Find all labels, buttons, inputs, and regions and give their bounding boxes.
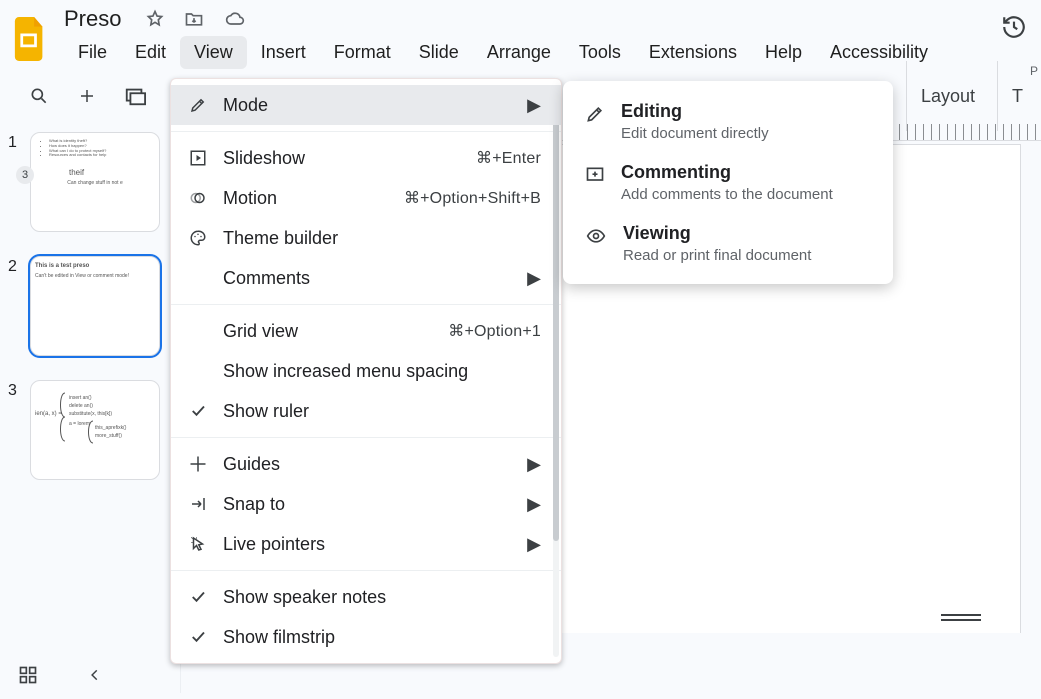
chevron-right-icon: ▶ [527, 494, 541, 515]
mode-option-desc: Add comments to the document [621, 186, 833, 203]
mode-option-commenting[interactable]: Commenting Add comments to the document [563, 152, 893, 213]
menu-item-filmstrip[interactable]: Show filmstrip [171, 617, 561, 657]
comment-count-badge[interactable]: 3 [16, 166, 34, 184]
menu-shortcut: ⌘+Enter [476, 148, 541, 168]
new-slide-icon[interactable] [74, 83, 100, 109]
grid-view-icon[interactable] [18, 665, 38, 685]
speaker-notes-resize-handle[interactable] [941, 614, 981, 621]
star-icon[interactable] [145, 9, 165, 29]
menu-item-show-ruler[interactable]: Show ruler [171, 391, 561, 431]
new-slide-with-layout-icon[interactable] [122, 83, 148, 109]
menu-item-label: Mode [223, 95, 268, 116]
theme-button[interactable]: T [997, 61, 1037, 131]
menu-view[interactable]: View [180, 36, 247, 69]
menu-item-label: Slideshow [223, 148, 305, 169]
slide-number: 3 [8, 380, 22, 480]
mode-submenu: Editing Edit document directly Commentin… [563, 81, 893, 284]
svg-text:ien(a, x) =: ien(a, x) = [35, 411, 62, 417]
slide-thumbnail-1[interactable]: 1 3 What is identity theft?How does it h… [8, 132, 176, 232]
menu-item-live-pointers[interactable]: Live pointers ▶ [171, 524, 561, 564]
svg-text:delete an(): delete an() [69, 403, 93, 409]
svg-text:substitute(x, this[k]): substitute(x, this[k]) [69, 411, 112, 417]
play-box-icon [187, 149, 209, 167]
menu-item-label: Show increased menu spacing [223, 361, 468, 382]
version-history-icon[interactable] [1001, 14, 1027, 40]
pencil-icon [187, 96, 209, 114]
menu-item-label: Guides [223, 454, 280, 475]
slide-thumbnail-3[interactable]: 3 ien(a, x) = insert an() delete an() subst… [8, 380, 176, 480]
menu-extensions[interactable]: Extensions [635, 36, 751, 69]
view-dropdown-menu: Mode ▶ Slideshow ⌘+Enter Motion ⌘+Option… [170, 78, 562, 664]
mode-option-viewing[interactable]: Viewing Read or print final document [563, 213, 893, 274]
chevron-right-icon: ▶ [527, 268, 541, 289]
menu-item-grid-view[interactable]: Grid view ⌘+Option+1 [171, 311, 561, 351]
pencil-icon [585, 101, 605, 124]
comment-add-icon [585, 162, 605, 185]
chevron-right-icon: ▶ [527, 454, 541, 475]
move-to-folder-icon[interactable] [183, 9, 205, 29]
menu-format[interactable]: Format [320, 36, 405, 69]
menu-tools[interactable]: Tools [565, 36, 635, 69]
search-menus-icon[interactable] [26, 83, 52, 109]
menu-file[interactable]: File [64, 36, 121, 69]
menu-item-speaker-notes[interactable]: Show speaker notes [171, 577, 561, 617]
chevron-right-icon: ▶ [527, 534, 541, 555]
guides-icon [187, 455, 209, 473]
menu-slide[interactable]: Slide [405, 36, 473, 69]
menu-item-label: Theme builder [223, 228, 338, 249]
menu-item-label: Comments [223, 268, 310, 289]
live-pointer-icon [187, 535, 209, 553]
check-icon [187, 402, 209, 420]
mode-option-desc: Read or print final document [623, 247, 811, 264]
slide-number: 2 [8, 256, 22, 356]
chevron-right-icon: ▶ [527, 95, 541, 116]
mode-option-editing[interactable]: Editing Edit document directly [563, 91, 893, 152]
palette-icon [187, 229, 209, 247]
menu-help[interactable]: Help [751, 36, 816, 69]
menu-item-label: Live pointers [223, 534, 325, 555]
check-icon [187, 628, 209, 646]
mode-option-title: Editing [621, 101, 769, 122]
menu-item-label: Snap to [223, 494, 285, 515]
mode-option-title: Viewing [623, 223, 811, 244]
svg-text:more_stuff(): more_stuff() [95, 433, 122, 439]
filmstrip[interactable]: 1 3 What is identity theft?How does it h… [0, 124, 180, 693]
menu-item-motion[interactable]: Motion ⌘+Option+Shift+B [171, 178, 561, 218]
menu-item-mode[interactable]: Mode ▶ [171, 85, 561, 125]
menu-item-menu-spacing[interactable]: Show increased menu spacing [171, 351, 561, 391]
menu-item-label: Show ruler [223, 401, 309, 422]
menu-item-comments[interactable]: Comments ▶ [171, 258, 561, 298]
mode-option-desc: Edit document directly [621, 125, 769, 142]
eye-icon [585, 223, 607, 246]
menu-insert[interactable]: Insert [247, 36, 320, 69]
motion-icon [187, 189, 209, 207]
menu-item-label: Show filmstrip [223, 627, 335, 648]
menu-item-slideshow[interactable]: Slideshow ⌘+Enter [171, 138, 561, 178]
menu-item-label: Show speaker notes [223, 587, 386, 608]
mode-option-title: Commenting [621, 162, 833, 183]
menu-shortcut: ⌘+Option+Shift+B [404, 188, 541, 208]
svg-text:a = lorem: a = lorem [69, 421, 90, 427]
menu-item-theme-builder[interactable]: Theme builder [171, 218, 561, 258]
document-title[interactable]: Preso [64, 6, 121, 32]
prev-slide-icon[interactable] [88, 665, 102, 685]
snap-to-icon [187, 495, 209, 513]
menu-shortcut: ⌘+Option+1 [448, 321, 541, 341]
cloud-status-icon[interactable] [223, 9, 247, 29]
menu-item-guides[interactable]: Guides ▶ [171, 444, 561, 484]
svg-text:this_aprefixk(): this_aprefixk() [95, 425, 127, 431]
menu-item-label: Motion [223, 188, 277, 209]
slides-app-icon[interactable] [10, 17, 50, 59]
menu-arrange[interactable]: Arrange [473, 36, 565, 69]
slide-thumbnail-2[interactable]: 2 This is a test preso Can't be edited i… [8, 256, 176, 356]
menu-item-snap-to[interactable]: Snap to ▶ [171, 484, 561, 524]
menu-item-label: Grid view [223, 321, 298, 342]
svg-text:insert an(): insert an() [69, 395, 92, 401]
menu-edit[interactable]: Edit [121, 36, 180, 69]
layout-button[interactable]: Layout [906, 61, 989, 131]
check-icon [187, 588, 209, 606]
